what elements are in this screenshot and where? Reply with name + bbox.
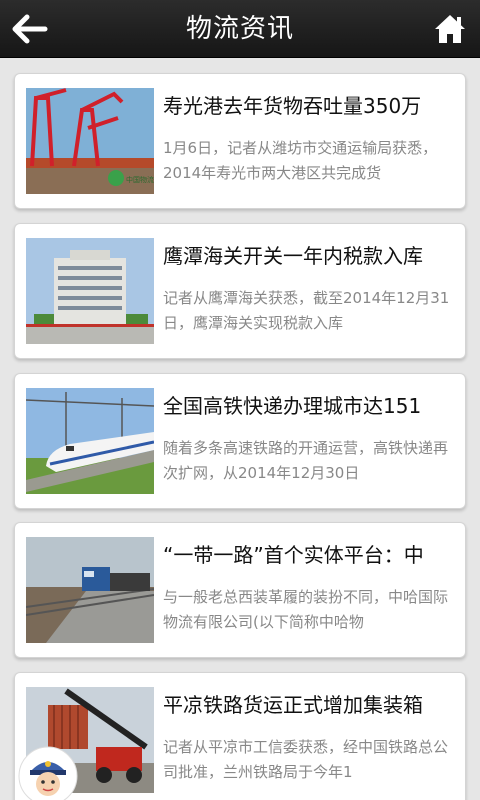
cartoon-avatar-icon <box>18 746 78 800</box>
news-summary: 记者从平凉市工信委获悉，经中国铁路总公司批准，兰州铁路局于今年1 <box>163 738 449 781</box>
news-card[interactable]: 全国高铁快递办理城市达151 随着多条高速铁路的开通运营，高铁快递再次扩网，从2… <box>14 373 466 509</box>
news-thumbnail-freight-train <box>26 537 154 643</box>
news-thumbnail-high-speed-train <box>26 388 154 494</box>
news-title: 全国高铁快递办理城市达151 <box>163 394 422 418</box>
news-card[interactable]: 鹰潭海关开关一年内税款入库 记者从鹰潭海关获悉，截至2014年12月31日，鹰潭… <box>14 223 466 359</box>
news-card[interactable]: “一带一路”首个实体平台：中 与一般老总西装革履的装扮不同，中哈国际物流有限公司… <box>14 522 466 658</box>
news-title: 寿光港去年货物吞吐量350万 <box>163 94 422 118</box>
news-card[interactable]: 平凉铁路货运正式增加集装箱 记者从平凉市工信委获悉，经中国铁路总公司批准，兰州铁… <box>14 672 466 800</box>
assistant-avatar-button[interactable] <box>18 746 78 800</box>
top-app-bar: 物流资讯 <box>0 0 480 58</box>
news-summary: 与一般老总西装革履的装扮不同，中哈国际物流有限公司(以下简称中哈物 <box>163 588 449 631</box>
news-title: 平凉铁路货运正式增加集装箱 <box>163 693 423 717</box>
news-list: 中国物流网 寿光港去年货物吞吐量350万 1月6日，记者从潍坊市交通运输局获悉，… <box>0 58 480 800</box>
home-button[interactable] <box>426 6 474 52</box>
news-summary: 随着多条高速铁路的开通运营，高铁快递再次扩网，从2014年12月30日 <box>163 439 449 482</box>
news-thumbnail-port-cranes: 中国物流网 <box>26 88 154 194</box>
news-card[interactable]: 中国物流网 寿光港去年货物吞吐量350万 1月6日，记者从潍坊市交通运输局获悉，… <box>14 73 466 209</box>
news-summary: 记者从鹰潭海关获悉，截至2014年12月31日，鹰潭海关实现税款入库 <box>163 289 450 332</box>
page-title: 物流资讯 <box>185 14 294 44</box>
news-title: 鹰潭海关开关一年内税款入库 <box>163 244 423 268</box>
home-icon <box>435 15 465 43</box>
news-title: “一带一路”首个实体平台：中 <box>163 543 424 567</box>
news-thumbnail-customs-building <box>26 238 154 344</box>
svg-text:中国物流网: 中国物流网 <box>126 175 154 184</box>
news-summary: 1月6日，记者从潍坊市交通运输局获悉，2014年寿光市两大港区共完成货 <box>163 139 438 182</box>
